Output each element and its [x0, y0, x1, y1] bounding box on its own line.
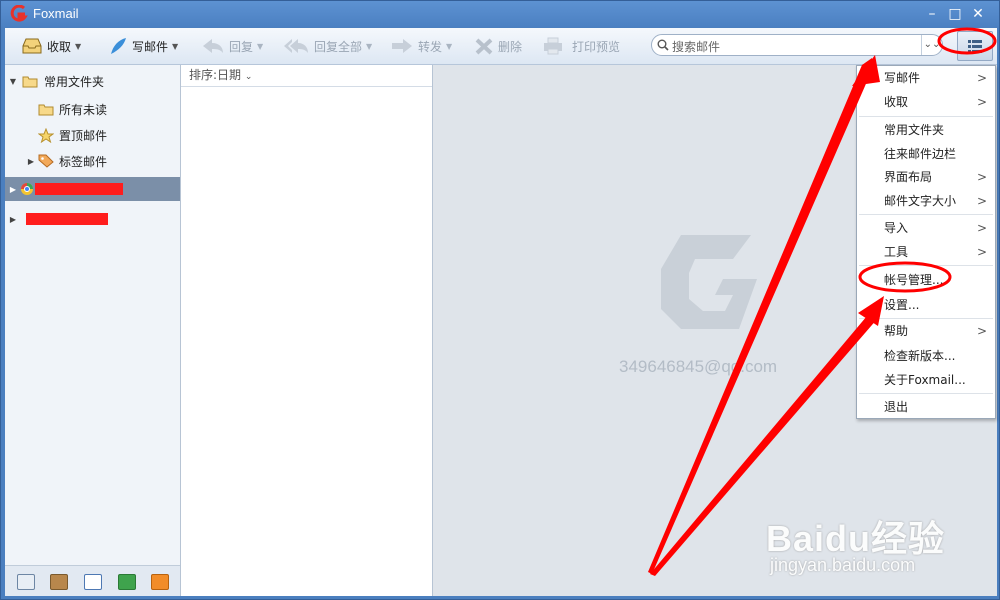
baidu-watermark-url: jingyan.baidu.com [770, 555, 916, 575]
search-options-icon[interactable]: ⌄⌄ [921, 35, 942, 55]
main-menu-button[interactable] [957, 31, 993, 61]
account-2[interactable]: ▶ [5, 207, 180, 231]
inbox-icon [22, 38, 42, 54]
submenu-arrow-icon: > [976, 245, 987, 259]
receive-label: 收取 [47, 39, 72, 54]
delete-label: 删除 [498, 39, 523, 54]
account-email: 349646845@qq.com [619, 357, 778, 376]
reply-icon [203, 39, 223, 53]
folder-common[interactable]: ▼ 常用文件夹 [5, 69, 180, 93]
account-1[interactable]: ▶ [5, 177, 180, 201]
menu-item-receive[interactable]: 收取 > [857, 90, 995, 114]
toolbar: 收取▼ 写邮件▼ 回复▼ 回复全部▼ 转发▼ 删除 打印预览 搜索邮件 [5, 28, 997, 65]
reply-label: 回复 [229, 39, 254, 54]
title-bar: Foxmail – □ ✕ [1, 1, 999, 27]
sort-control[interactable]: 排序:日期 ⌄ [181, 65, 432, 87]
feather-icon [111, 38, 126, 54]
printer-icon [544, 37, 562, 55]
menu-item-about[interactable]: 关于Foxmail... [857, 368, 995, 392]
reply-button[interactable]: 回复 ▼ [201, 28, 263, 64]
forward-button[interactable]: 转发 ▼ [390, 28, 452, 64]
search-box[interactable]: 搜索邮件 ⌄⌄ [651, 34, 943, 56]
redacted-account-name [26, 213, 108, 225]
print-preview-label: 打印预览 [572, 39, 621, 54]
forward-label: 转发 [418, 39, 443, 54]
menu-separator [859, 393, 993, 394]
folder-icon [22, 76, 38, 87]
expand-arrow-icon[interactable]: ▶ [8, 215, 18, 224]
menu-list-icon [968, 40, 982, 53]
delete-icon [475, 38, 493, 55]
search-input[interactable]: 搜索邮件 [672, 38, 720, 55]
folder-all-unread-label: 所有未读 [59, 102, 108, 117]
expand-arrow-icon[interactable]: ▶ [8, 185, 18, 194]
collapse-arrow-icon[interactable]: ▼ [8, 77, 18, 86]
close-button[interactable]: ✕ [969, 5, 987, 23]
reply-all-button[interactable]: 回复全部 ▼ [282, 28, 372, 64]
folder-pinned-label: 置顶邮件 [59, 128, 108, 143]
submenu-arrow-icon: > [976, 221, 987, 235]
folder-tagged[interactable]: ▶ 标签邮件 [5, 149, 180, 173]
module-switcher [5, 565, 180, 596]
maximize-button[interactable]: □ [946, 5, 964, 23]
menu-item-check-update[interactable]: 检查新版本... [857, 344, 995, 368]
print-preview-button[interactable]: 打印预览 [542, 28, 620, 64]
rss-module-icon[interactable] [151, 574, 169, 590]
submenu-arrow-icon: > [976, 71, 987, 85]
calendar-module-icon[interactable] [84, 574, 102, 590]
submenu-arrow-icon: > [976, 170, 987, 184]
chevron-down-icon: ⌄ [244, 72, 253, 82]
menu-separator [859, 214, 993, 215]
menu-item-import[interactable]: 导入 > [857, 216, 995, 240]
menu-item-tools[interactable]: 工具 > [857, 240, 995, 264]
submenu-arrow-icon: > [976, 324, 987, 338]
menu-item-common-folders[interactable]: 常用文件夹 [857, 118, 995, 142]
search-icon [657, 39, 669, 51]
account-icon [21, 183, 33, 195]
foxmail-logo-icon [10, 5, 28, 22]
menu-separator [859, 265, 993, 266]
menu-item-compose[interactable]: 写邮件 > [857, 66, 995, 90]
redacted-account-name [35, 183, 123, 195]
reply-all-icon [284, 39, 308, 53]
submenu-arrow-icon: > [976, 95, 987, 109]
folder-pinned[interactable]: 置顶邮件 [5, 123, 180, 147]
window-title: Foxmail [33, 6, 79, 21]
star-icon [38, 127, 54, 143]
tag-icon [38, 154, 54, 168]
forward-icon [392, 39, 412, 53]
menu-separator [859, 116, 993, 117]
menu-item-contact-sidebar[interactable]: 往来邮件边栏 [857, 142, 995, 166]
folder-pane: ▼ 常用文件夹 所有未读 置顶邮件 ▶ 标签邮件 ▶ ▶ [5, 65, 181, 596]
foxmail-watermark-icon [661, 235, 757, 329]
menu-item-font-size[interactable]: 邮件文字大小 > [857, 189, 995, 213]
mail-module-icon[interactable] [17, 574, 35, 590]
compose-label: 写邮件 [132, 39, 169, 54]
message-list: 排序:日期 ⌄ [181, 65, 433, 596]
notes-module-icon[interactable] [118, 574, 136, 590]
expand-arrow-icon[interactable]: ▶ [26, 157, 36, 166]
minimize-button[interactable]: – [923, 5, 941, 23]
submenu-arrow-icon: > [976, 194, 987, 208]
compose-button[interactable]: 写邮件 ▼ [108, 28, 178, 64]
folder-tagged-label: 标签邮件 [59, 154, 108, 169]
menu-item-help[interactable]: 帮助 > [857, 319, 995, 343]
menu-item-exit[interactable]: 退出 [857, 395, 995, 419]
receive-button[interactable]: 收取 ▼ [21, 28, 81, 64]
reply-all-label: 回复全部 [314, 39, 363, 54]
main-menu: 写邮件 > 收取 > 常用文件夹 往来邮件边栏 界面布局 > 邮件文字大小 > 导入 > … [856, 65, 996, 419]
sort-label: 排序:日期 [189, 68, 242, 82]
menu-item-account-management[interactable]: 帐号管理... [857, 268, 995, 292]
delete-button[interactable]: 删除 [474, 28, 522, 64]
menu-item-layout[interactable]: 界面布局 > [857, 165, 995, 189]
contacts-module-icon[interactable] [50, 574, 68, 590]
menu-item-settings[interactable]: 设置... [857, 293, 995, 317]
folder-all-unread[interactable]: 所有未读 [5, 97, 180, 121]
folder-icon [38, 104, 54, 115]
folder-common-label: 常用文件夹 [44, 74, 105, 89]
